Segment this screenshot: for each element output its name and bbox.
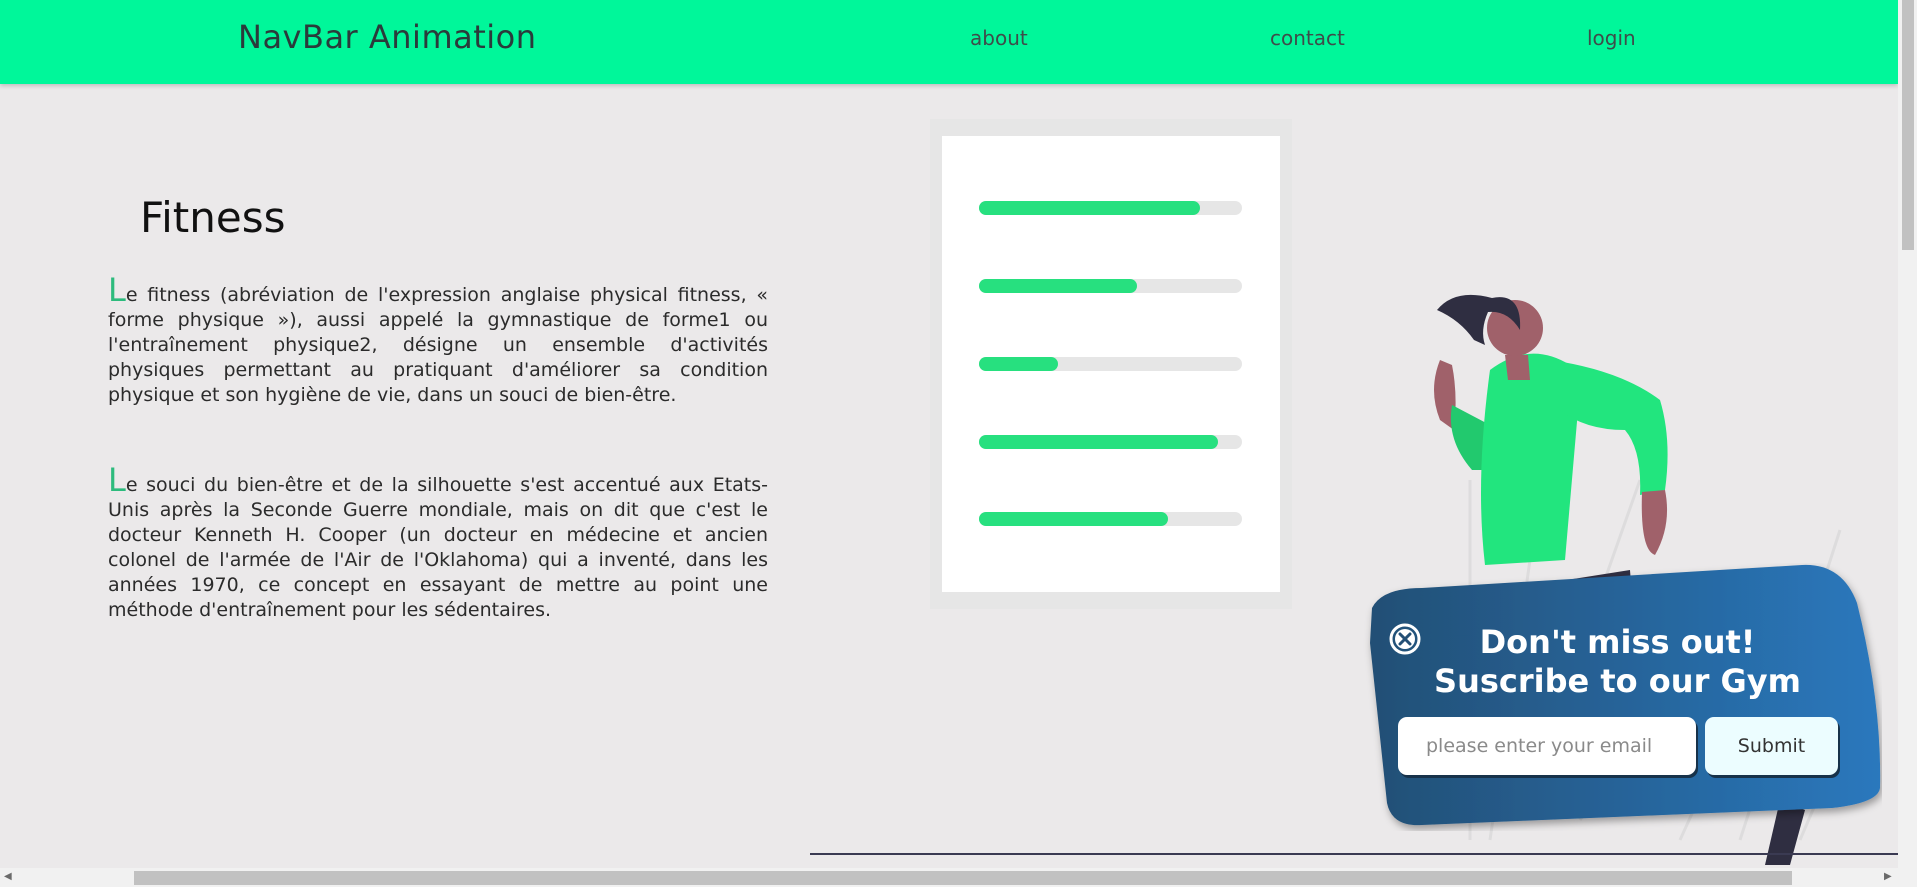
progress-bar-track — [979, 201, 1242, 215]
nav-link-contact[interactable]: contact — [1270, 26, 1345, 50]
paragraph-text: e souci du bien-être et de la silhouette… — [108, 474, 768, 621]
popup-title-line-1: Don't miss out! — [1479, 623, 1756, 661]
progress-bar-fill — [979, 201, 1200, 215]
article-paragraph-1: Le fitness (abréviation de l'expression … — [108, 274, 768, 408]
progress-bar-track — [979, 279, 1242, 293]
progress-bar-track — [979, 357, 1242, 371]
progress-bar-fill — [979, 279, 1137, 293]
vertical-scrollbar-thumb[interactable] — [1902, 0, 1914, 250]
dropcap-letter: L — [108, 461, 126, 499]
progress-bar-fill — [979, 357, 1058, 371]
popup-title-line-2: Suscribe to our Gym — [1434, 662, 1801, 700]
popup-title: Don't miss out! Suscribe to our Gym — [1420, 623, 1815, 701]
dropcap-letter: L — [108, 271, 126, 309]
page-title: Fitness — [140, 193, 286, 242]
progress-bar-track — [979, 512, 1242, 526]
progress-bar-fill — [979, 435, 1219, 449]
email-input[interactable] — [1398, 717, 1696, 775]
article-paragraph-2: Le souci du bien-être et de la silhouett… — [108, 464, 768, 623]
ground-line — [810, 853, 1898, 855]
close-icon[interactable] — [1389, 623, 1421, 655]
scroll-left-arrow-icon[interactable]: ◀ — [4, 871, 12, 882]
scroll-right-arrow-icon[interactable]: ▶ — [1884, 871, 1892, 882]
nav-link-about[interactable]: about — [970, 26, 1028, 50]
brand-logo-text[interactable]: NavBar Animation — [238, 18, 537, 56]
nav-link-login[interactable]: login — [1587, 26, 1636, 50]
submit-button[interactable]: Submit — [1705, 717, 1838, 775]
progress-bar-fill — [979, 512, 1169, 526]
paragraph-text: e fitness (abréviation de l'expression a… — [108, 284, 768, 406]
horizontal-scrollbar-thumb[interactable] — [134, 871, 1792, 885]
navbar: NavBar Animation about contact login — [0, 0, 1898, 84]
progress-bar-track — [979, 435, 1242, 449]
